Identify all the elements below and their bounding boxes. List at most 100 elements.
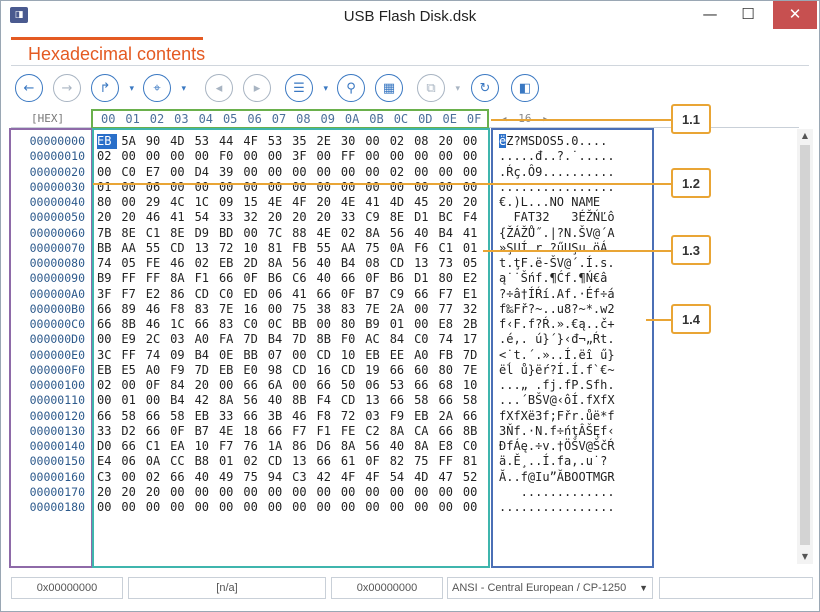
hex-byte[interactable]: B7 xyxy=(195,424,219,439)
hex-byte[interactable]: D0 xyxy=(97,439,121,454)
chevron-down-icon[interactable]: ▼ xyxy=(639,578,648,598)
hex-byte[interactable]: 00 xyxy=(268,165,292,180)
hex-byte[interactable]: 20 xyxy=(195,378,219,393)
hex-byte[interactable]: 58 xyxy=(463,393,487,408)
hex-byte[interactable]: 49 xyxy=(219,470,243,485)
hex-byte[interactable]: EA xyxy=(170,439,194,454)
hex-byte[interactable]: 66 xyxy=(121,439,145,454)
hex-byte[interactable]: 32 xyxy=(463,302,487,317)
hex-byte[interactable]: C6 xyxy=(292,271,316,286)
hex-byte[interactable]: 03 xyxy=(170,332,194,347)
hex-byte[interactable]: B6 xyxy=(390,271,414,286)
hex-byte[interactable]: 4E xyxy=(268,195,292,210)
close-button[interactable]: ✕ xyxy=(773,1,817,29)
hex-byte[interactable]: FB xyxy=(292,241,316,256)
hex-byte[interactable]: 4C xyxy=(170,195,194,210)
hex-byte[interactable]: 56 xyxy=(292,256,316,271)
hex-byte[interactable]: 77 xyxy=(438,302,462,317)
hex-byte[interactable]: 68 xyxy=(438,378,462,393)
hex-byte[interactable]: C1 xyxy=(438,241,462,256)
hex-byte[interactable]: 00 xyxy=(317,165,341,180)
hex-byte[interactable]: 20 xyxy=(97,210,121,225)
hex-byte[interactable]: 0E xyxy=(219,348,243,363)
hex-byte[interactable]: 7E xyxy=(219,302,243,317)
hex-byte[interactable]: 05 xyxy=(463,256,487,271)
hex-byte[interactable]: 4D xyxy=(414,470,438,485)
hex-byte[interactable]: 0F xyxy=(365,454,389,469)
hex-byte[interactable]: 61 xyxy=(341,454,365,469)
hex-byte[interactable]: 10 xyxy=(243,241,267,256)
hex-byte[interactable]: 86 xyxy=(170,287,194,302)
hex-byte[interactable]: FE xyxy=(341,424,365,439)
hex-byte[interactable]: 00 xyxy=(170,165,194,180)
hex-byte[interactable]: 16 xyxy=(243,302,267,317)
hex-byte[interactable]: 16 xyxy=(317,363,341,378)
hex-byte[interactable]: 30 xyxy=(341,134,365,149)
hex-byte[interactable]: F1 xyxy=(195,271,219,286)
hex-byte[interactable]: 8A xyxy=(170,271,194,286)
minimize-button[interactable]: — xyxy=(695,1,725,29)
hex-byte[interactable]: CD xyxy=(317,348,341,363)
hex-byte[interactable]: B4 xyxy=(268,332,292,347)
hex-byte[interactable]: AC xyxy=(365,332,389,347)
hex-byte[interactable]: 58 xyxy=(414,393,438,408)
hex-byte[interactable]: 3C xyxy=(97,348,121,363)
find-button[interactable]: ⚲ xyxy=(337,74,365,102)
hex-byte[interactable]: 01 xyxy=(121,393,145,408)
hex-byte[interactable]: 83 xyxy=(195,302,219,317)
hex-byte[interactable]: 00 xyxy=(243,165,267,180)
next-bookmark-button[interactable]: ▸ xyxy=(243,74,271,102)
hex-byte[interactable]: 0A xyxy=(390,241,414,256)
hex-byte[interactable]: 74 xyxy=(97,256,121,271)
hex-byte[interactable]: B7 xyxy=(365,287,389,302)
hex-byte[interactable]: F9 xyxy=(170,363,194,378)
hex-byte[interactable]: 2C xyxy=(146,332,170,347)
vertical-scrollbar[interactable]: ▲ ▼ xyxy=(797,129,813,564)
hex-byte[interactable]: 00 xyxy=(438,485,462,500)
scroll-down-icon[interactable]: ▼ xyxy=(797,550,813,564)
hex-byte[interactable]: 4D xyxy=(390,195,414,210)
hex-byte[interactable]: 00 xyxy=(414,165,438,180)
hex-byte[interactable]: 00 xyxy=(97,393,121,408)
hex-byte[interactable]: 66 xyxy=(268,424,292,439)
hex-byte[interactable]: 46 xyxy=(170,256,194,271)
hex-byte[interactable]: 39 xyxy=(219,165,243,180)
hex-byte[interactable]: 80 xyxy=(97,195,121,210)
hex-byte[interactable]: E9 xyxy=(121,332,145,347)
hex-byte[interactable]: 20 xyxy=(268,210,292,225)
hex-byte[interactable]: 2D xyxy=(243,256,267,271)
hex-byte[interactable]: 06 xyxy=(365,378,389,393)
hex-byte[interactable]: 46 xyxy=(292,409,316,424)
hex-byte[interactable]: 98 xyxy=(268,363,292,378)
hex-byte[interactable]: BC xyxy=(438,210,462,225)
back-button[interactable]: ← xyxy=(15,74,43,102)
hex-byte[interactable]: 42 xyxy=(195,393,219,408)
hex-byte[interactable]: BB xyxy=(292,317,316,332)
hex-byte[interactable]: 1A xyxy=(268,439,292,454)
hex-byte[interactable]: 90 xyxy=(146,134,170,149)
forward-button[interactable]: → xyxy=(53,74,81,102)
hex-byte[interactable]: E8 xyxy=(438,439,462,454)
ascii-column[interactable]: ëZ?MSDOS5.0.... .....đ..?.˙..... .Ŕç.Ô9...… xyxy=(499,134,649,515)
hex-byte[interactable]: 00 xyxy=(463,165,487,180)
hex-byte[interactable]: E4 xyxy=(97,454,121,469)
chevron-down-icon[interactable]: ▾ xyxy=(129,84,134,94)
hex-byte[interactable]: D4 xyxy=(195,165,219,180)
hex-byte[interactable]: 00 xyxy=(292,348,316,363)
hex-byte[interactable]: F4 xyxy=(317,393,341,408)
hex-byte[interactable]: 1C xyxy=(195,195,219,210)
hex-byte[interactable]: 00 xyxy=(463,149,487,164)
hex-byte[interactable]: 00 xyxy=(170,485,194,500)
hex-byte[interactable]: C3 xyxy=(97,470,121,485)
hex-byte[interactable]: 88 xyxy=(292,226,316,241)
hex-byte[interactable]: 66 xyxy=(390,393,414,408)
hex-byte[interactable]: 00 xyxy=(170,500,194,515)
hex-byte[interactable]: F1 xyxy=(317,424,341,439)
hex-byte[interactable]: 8E xyxy=(121,226,145,241)
go-to-button[interactable]: ↱ ▾ xyxy=(91,74,134,102)
hex-byte[interactable]: 00 xyxy=(219,500,243,515)
hex-byte[interactable]: 80 xyxy=(438,363,462,378)
hex-byte[interactable]: 00 xyxy=(146,393,170,408)
hex-byte[interactable]: 08 xyxy=(365,256,389,271)
hex-byte[interactable]: 00 xyxy=(414,485,438,500)
